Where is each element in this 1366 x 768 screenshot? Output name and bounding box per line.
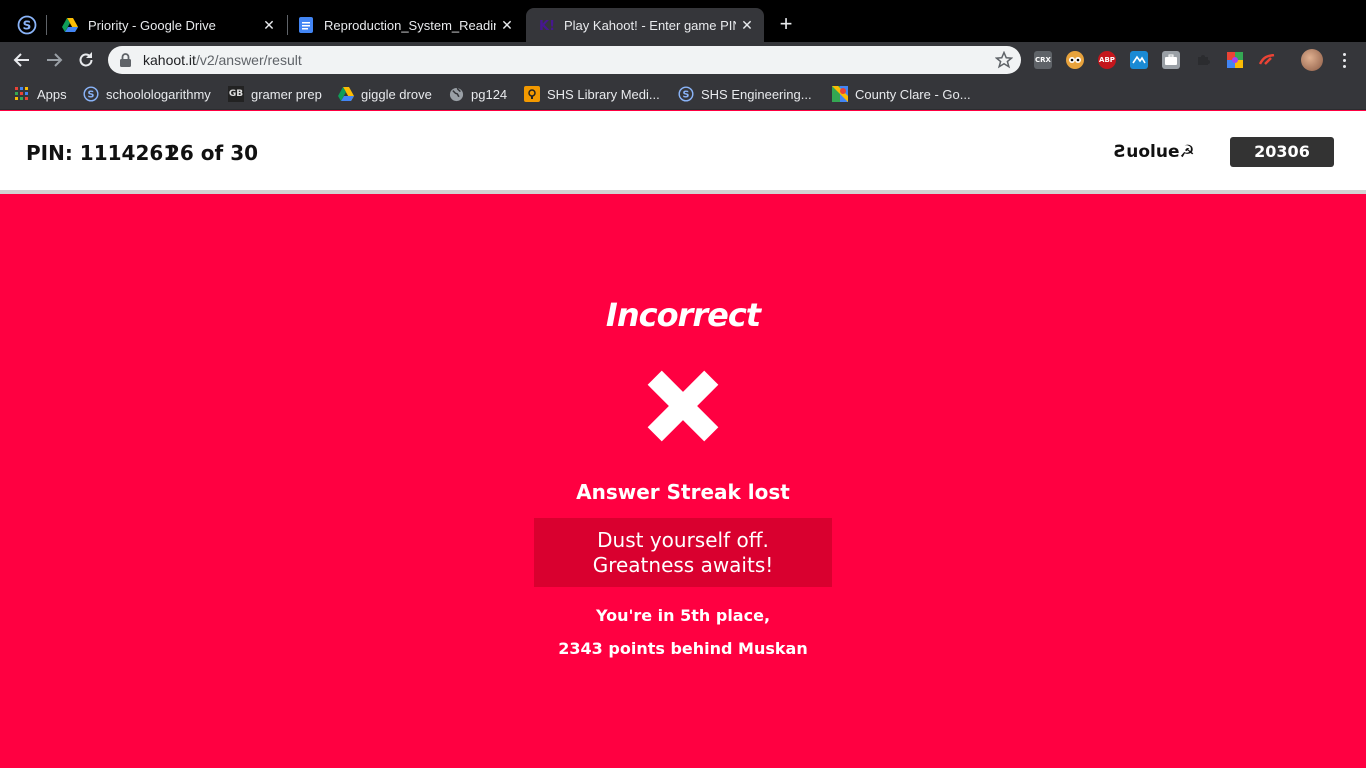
bookmark-label: SHS Engineering... [701, 86, 812, 102]
svg-text:K!: K! [539, 19, 554, 33]
incorrect-x-icon [647, 370, 719, 442]
player-score: 20306 [1230, 137, 1334, 167]
lock-icon [120, 52, 134, 68]
tab-reproduction-doc[interactable]: Reproduction_System_Reading ✕ [286, 8, 524, 42]
encouragement-message: Dust yourself off. Greatness awaits! [534, 518, 832, 587]
browser-toolbar: kahoot.it/v2/answer/result CRX ABP [0, 42, 1366, 78]
result-status: Incorrect [605, 296, 761, 334]
bookmark-label: Apps [37, 86, 67, 102]
player-nickname: Ƨuolue☭ [1114, 142, 1195, 162]
tab-title: Play Kahoot! - Enter game PIN [564, 17, 736, 33]
browser-tab-strip: S Priority - Google Drive ✕ Reproduction… [0, 0, 1366, 42]
bookmark-label: schoolologarithmy [106, 86, 211, 102]
bookmark-label: pg124 [471, 86, 508, 102]
crx-label: CRX [1035, 56, 1051, 64]
kahoot-icon: K! [538, 17, 554, 33]
tab-title: Priority - Google Drive [88, 17, 216, 33]
tab-title: Reproduction_System_Reading [324, 17, 496, 33]
url-text: kahoot.it/v2/answer/result [143, 52, 302, 68]
bookmark-gramer-prep[interactable]: GB gramer prep [228, 85, 322, 103]
google-maps-icon [832, 86, 848, 102]
bookmark-county-clare[interactable]: County Clare - Go... [832, 85, 971, 103]
profile-avatar[interactable] [1301, 49, 1323, 71]
bookmark-shs-library[interactable]: SHS Library Medi... [524, 85, 660, 103]
placement-text: You're in 5th place, [595, 606, 771, 625]
adblock-icon[interactable]: ABP [1098, 51, 1116, 69]
schoology-icon: S [678, 86, 694, 102]
bookmark-schoolologarithmy[interactable]: S schoolologarithmy [83, 85, 211, 103]
pen-icon[interactable] [1258, 51, 1276, 69]
cast-icon[interactable] [1130, 51, 1148, 69]
close-tab-icon[interactable]: ✕ [496, 17, 518, 34]
answer-result-panel: Incorrect Answer Streak lost Dust yourse… [0, 198, 1366, 768]
encouragement-text: Dust yourself off. Greatness awaits! [592, 527, 774, 577]
close-tab-icon[interactable]: ✕ [258, 17, 280, 34]
schoology-icon: S [83, 86, 99, 102]
bookmark-pg124[interactable]: pg124 [448, 85, 507, 103]
browser-menu-icon[interactable] [1336, 49, 1352, 71]
tab-priority-drive[interactable]: Priority - Google Drive ✕ [50, 8, 286, 42]
library-icon [524, 86, 540, 102]
forward-icon[interactable] [42, 48, 66, 72]
bookmark-shs-engineering[interactable]: S SHS Engineering... [678, 85, 812, 103]
bookmark-star-icon[interactable] [994, 50, 1014, 69]
briefcase-icon[interactable] [1162, 51, 1180, 69]
url-path: /v2/answer/result [195, 52, 302, 68]
gb-icon: GB [228, 86, 244, 102]
bookmark-giggle-drove[interactable]: giggle drove [338, 85, 432, 103]
reload-icon[interactable] [74, 48, 98, 72]
question-counter: 26 of 30 [166, 141, 259, 165]
color-wheel-icon[interactable] [1226, 51, 1244, 69]
svg-text:S: S [23, 19, 32, 33]
svg-text:S: S [88, 90, 95, 101]
tab-kahoot[interactable]: K! Play Kahoot! - Enter game PIN ✕ [526, 8, 764, 42]
bookmark-label: County Clare - Go... [855, 86, 971, 102]
svg-text:S: S [683, 90, 690, 101]
bookmark-label: giggle drove [361, 86, 432, 102]
bookmark-label: gramer prep [251, 86, 322, 102]
puzzle-icon[interactable] [1194, 51, 1212, 69]
adblock-label: ABP [1099, 56, 1115, 64]
owl-icon[interactable] [1066, 51, 1084, 69]
points-behind-text: 2343 points behind Muskan [558, 639, 808, 658]
google-drive-icon [62, 17, 78, 33]
answer-streak-text: Answer Streak lost [576, 480, 790, 504]
tab-separator [46, 15, 47, 35]
apps-grid-icon [14, 86, 30, 102]
globe-icon [448, 86, 464, 102]
schoology-icon[interactable]: S [12, 12, 42, 38]
url-host: kahoot.it [143, 52, 196, 68]
google-drive-icon [338, 86, 354, 102]
new-tab-button[interactable]: + [774, 12, 798, 36]
back-icon[interactable] [10, 48, 34, 72]
game-header: PIN: 1114261 26 of 30 Ƨuolue☭ 20306 [0, 111, 1366, 194]
close-tab-icon[interactable]: ✕ [736, 17, 758, 34]
address-bar[interactable]: kahoot.it/v2/answer/result [108, 46, 1021, 74]
bookmarks-bar: Apps S schoolologarithmy GB gramer prep … [0, 78, 1366, 110]
game-pin: PIN: 1114261 [26, 141, 178, 165]
google-docs-icon [298, 17, 314, 33]
bookmark-label: SHS Library Medi... [547, 86, 660, 102]
crx-icon[interactable]: CRX [1034, 51, 1052, 69]
bookmark-apps[interactable]: Apps [14, 85, 67, 103]
